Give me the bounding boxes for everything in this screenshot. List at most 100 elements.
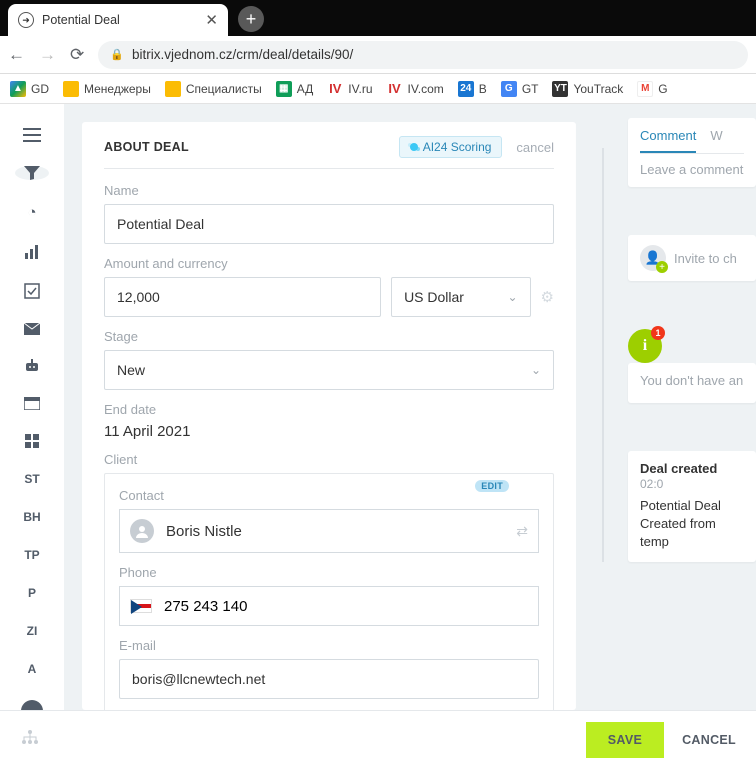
rail-a[interactable]: A <box>15 662 49 676</box>
dc-title: Deal created <box>640 461 717 476</box>
save-button[interactable]: SAVE <box>586 722 664 758</box>
tab-favicon-icon: ➜ <box>18 12 34 28</box>
bookmark-ivcom[interactable]: IVIV.com <box>387 81 444 97</box>
ai-scoring-button[interactable]: AI24 Scoring <box>399 136 503 158</box>
filter-icon[interactable] <box>15 166 49 180</box>
cancel-button[interactable]: CANCEL <box>682 733 736 747</box>
stage-label: Stage <box>104 329 554 344</box>
comment-tab[interactable]: Comment <box>640 128 696 153</box>
apps-icon[interactable] <box>15 434 49 448</box>
bookmark-gd[interactable]: ▲GD <box>10 81 49 97</box>
deal-form-card: ABOUT DEAL AI24 Scoring cancel Name Amou… <box>82 122 576 710</box>
bookmark-b[interactable]: 24В <box>458 81 487 97</box>
client-card: Contact EDIT Boris Nistle ⇄ Phone 275 <box>104 473 554 710</box>
chevron-down-icon: ⌄ <box>531 363 541 377</box>
clock-icon[interactable]: ◔ <box>15 204 49 221</box>
sitemap-icon[interactable] <box>22 730 38 749</box>
contact-value: Boris Nistle <box>166 523 504 540</box>
name-input[interactable] <box>104 204 554 244</box>
gdrive-icon: ▲ <box>10 81 26 97</box>
browser-tab[interactable]: ➜ Potential Deal ✕ <box>8 4 228 36</box>
gear-icon[interactable]: ⚙ <box>541 288 554 306</box>
header-cancel-link[interactable]: cancel <box>516 140 554 155</box>
currency-value: US Dollar <box>404 289 464 305</box>
dc-time: 02:0 <box>640 477 663 491</box>
flag-cz-icon <box>130 599 152 613</box>
url-text: bitrix.vjednom.cz/crm/deal/details/90/ <box>132 47 353 62</box>
card-title: ABOUT DEAL <box>104 140 189 154</box>
amount-label: Amount and currency <box>104 256 554 271</box>
sheets-icon: ▦ <box>276 81 292 97</box>
name-label: Name <box>104 183 554 198</box>
nav-back-icon[interactable]: ← <box>8 45 25 65</box>
phone-field[interactable]: 275 243 140 <box>119 586 539 626</box>
folder-icon <box>165 81 181 97</box>
analytics-icon[interactable] <box>15 245 49 259</box>
client-label: Client <box>104 452 554 467</box>
tab-title: Potential Deal <box>42 13 197 27</box>
chevron-down-icon: ⌄ <box>507 290 517 304</box>
rail-tp[interactable]: TP <box>15 548 49 562</box>
action-bar: SAVE CANCEL <box>0 710 756 768</box>
contact-field[interactable]: Boris Nistle ⇄ <box>119 509 539 553</box>
bookmark-ad[interactable]: ▦АД <box>276 81 314 97</box>
swap-icon[interactable]: ⇄ <box>516 523 528 540</box>
browser-tab-strip: ➜ Potential Deal ✕ + <box>0 0 756 36</box>
dc-line2: Created from temp <box>640 515 744 551</box>
timeline-column: Comment W Leave a comment 👤 Invite to ch <box>586 104 756 710</box>
browser-toolbar: ← → ⟳ 🔒 bitrix.vjednom.cz/crm/deal/detai… <box>0 36 756 74</box>
nav-reload-icon[interactable]: ⟳ <box>70 45 84 65</box>
bookmark-managers[interactable]: Менеджеры <box>63 81 151 97</box>
nav-forward-icon[interactable]: → <box>39 45 56 65</box>
invite-text: Invite to ch <box>674 251 737 266</box>
iv-icon: IV <box>327 81 343 97</box>
stage-value: New <box>117 362 145 378</box>
tab-close-icon[interactable]: ✕ <box>205 11 218 29</box>
gmail-icon: M <box>637 81 653 97</box>
currency-select[interactable]: US Dollar ⌄ <box>391 277 530 317</box>
info-badge: 1 <box>651 326 665 340</box>
iv-icon: IV <box>387 81 403 97</box>
robot-icon[interactable] <box>15 359 49 373</box>
dc-line1: Potential Deal <box>640 497 744 515</box>
checkbox-icon[interactable] <box>15 283 49 299</box>
phone-label: Phone <box>119 565 539 580</box>
info-node-icon: i 1 <box>628 329 662 363</box>
enddate-label: End date <box>104 402 554 417</box>
bookmark-specialists[interactable]: Специалисты <box>165 81 262 97</box>
left-sidebar: ◔ ST BH TP P ZI A ⌄ <box>0 104 64 710</box>
bookmark-g[interactable]: MG <box>637 81 667 97</box>
invite-card[interactable]: 👤 Invite to ch <box>628 235 756 281</box>
gt-icon: G <box>501 81 517 97</box>
edit-badge[interactable]: EDIT <box>475 480 509 492</box>
rail-st[interactable]: ST <box>15 472 49 486</box>
window-icon[interactable] <box>15 397 49 410</box>
email-input[interactable] <box>119 659 539 699</box>
enddate-value: 11 April 2021 <box>104 423 554 440</box>
wait-tab[interactable]: W <box>710 128 722 153</box>
rail-zi[interactable]: ZI <box>15 624 49 638</box>
bookmarks-bar: ▲GD Менеджеры Специалисты ▦АД IVIV.ru IV… <box>0 74 756 104</box>
comment-card: Comment W Leave a comment <box>628 118 756 187</box>
bookmark-youtrack[interactable]: YTYouTrack <box>552 81 623 97</box>
menu-icon[interactable] <box>15 128 49 142</box>
avatar-icon <box>130 519 154 543</box>
folder-icon <box>63 81 79 97</box>
info-card[interactable]: You don't have an <box>628 363 756 403</box>
mail-icon[interactable] <box>15 323 49 335</box>
new-tab-button[interactable]: + <box>238 6 264 32</box>
amount-input[interactable] <box>104 277 381 317</box>
bookmark-ivru[interactable]: IVIV.ru <box>327 81 372 97</box>
yt-icon: YT <box>552 81 568 97</box>
email-label: E-mail <box>119 638 539 653</box>
phone-value: 275 243 140 <box>164 598 247 615</box>
deal-created-card: Deal created 02:0 Potential Deal Created… <box>628 451 756 562</box>
comment-placeholder[interactable]: Leave a comment <box>640 162 743 177</box>
stage-select[interactable]: New ⌄ <box>104 350 554 390</box>
rail-p[interactable]: P <box>15 586 49 600</box>
address-bar[interactable]: 🔒 bitrix.vjednom.cz/crm/deal/details/90/ <box>98 41 748 69</box>
bookmark-gt[interactable]: GGT <box>501 81 539 97</box>
info-text: You don't have an <box>640 373 743 388</box>
rail-bh[interactable]: BH <box>15 510 49 524</box>
b24-icon: 24 <box>458 81 474 97</box>
